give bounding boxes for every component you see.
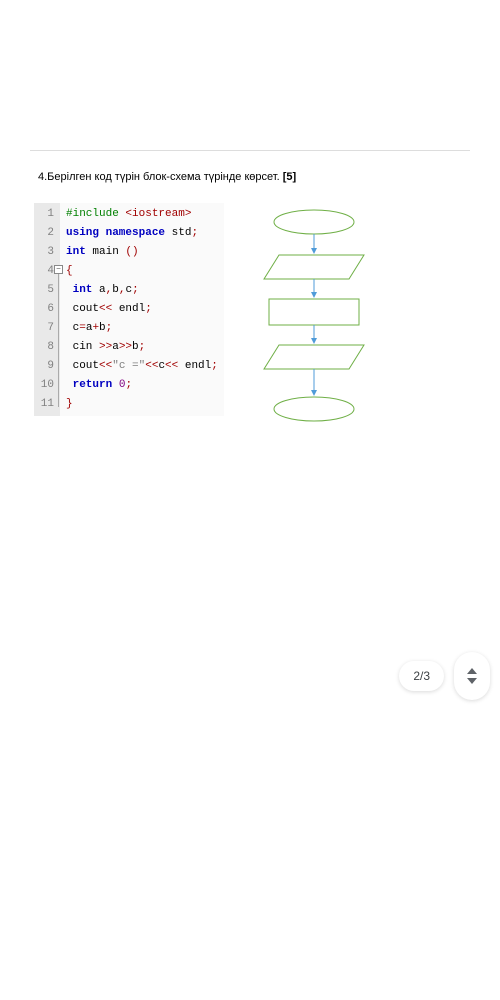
code-block: 1234−567891011 #include <iostream> using… — [34, 203, 224, 416]
page-down-icon[interactable] — [467, 678, 477, 684]
question-body: 4.Берілген код түрін блок-схема түрінде … — [38, 171, 283, 183]
content-row: 1234−567891011 #include <iostream> using… — [0, 203, 500, 442]
divider — [30, 150, 470, 151]
page-counter: 2/3 — [399, 661, 444, 691]
question-text: 4.Берілген код түрін блок-схема түрінде … — [0, 171, 500, 203]
code-body: #include <iostream> using namespace std;… — [60, 203, 224, 416]
page-up-icon[interactable] — [467, 668, 477, 674]
flow-terminator-end — [274, 397, 354, 421]
page-spinner[interactable] — [454, 652, 490, 700]
code-gutter: 1234−567891011 — [34, 203, 60, 416]
flowchart-svg — [254, 207, 374, 437]
flow-terminator-start — [274, 210, 354, 234]
flow-parallelogram-input — [264, 255, 364, 279]
flow-parallelogram-output — [264, 345, 364, 369]
document-page: 4.Берілген код түрін блок-схема түрінде … — [0, 0, 500, 1000]
page-indicator: 2/3 — [399, 652, 490, 700]
flowchart — [254, 203, 374, 442]
question-points: [5] — [283, 171, 296, 183]
flow-rectangle-process — [269, 299, 359, 325]
